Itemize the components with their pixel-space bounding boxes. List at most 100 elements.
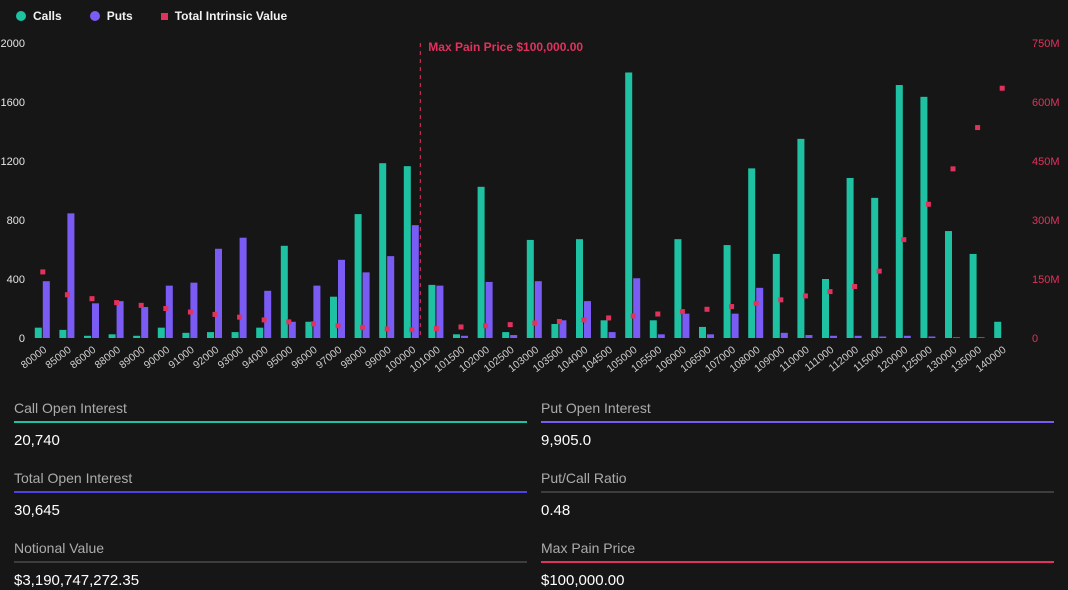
call-bar[interactable] xyxy=(453,334,460,338)
intrinsic-value-dot[interactable] xyxy=(114,300,119,305)
put-bar[interactable] xyxy=(830,336,837,338)
intrinsic-value-dot[interactable] xyxy=(360,325,365,330)
intrinsic-value-dot[interactable] xyxy=(237,315,242,320)
call-bar[interactable] xyxy=(994,322,1001,338)
call-bar[interactable] xyxy=(822,279,829,338)
call-bar[interactable] xyxy=(256,328,263,338)
put-bar[interactable] xyxy=(313,286,320,338)
call-bar[interactable] xyxy=(970,254,977,338)
intrinsic-value-dot[interactable] xyxy=(90,296,95,301)
call-bar[interactable] xyxy=(551,324,558,338)
call-bar[interactable] xyxy=(601,320,608,338)
put-bar[interactable] xyxy=(215,249,222,338)
call-bar[interactable] xyxy=(945,231,952,338)
intrinsic-value-dot[interactable] xyxy=(385,326,390,331)
put-bar[interactable] xyxy=(781,333,788,338)
intrinsic-value-dot[interactable] xyxy=(926,202,931,207)
put-bar[interactable] xyxy=(117,301,124,338)
intrinsic-value-dot[interactable] xyxy=(532,321,537,326)
call-bar[interactable] xyxy=(650,320,657,338)
call-bar[interactable] xyxy=(871,198,878,338)
call-bar[interactable] xyxy=(330,297,337,338)
intrinsic-value-dot[interactable] xyxy=(459,324,464,329)
call-bar[interactable] xyxy=(674,239,681,338)
put-bar[interactable] xyxy=(732,314,739,338)
intrinsic-value-dot[interactable] xyxy=(311,321,316,326)
put-bar[interactable] xyxy=(67,213,74,338)
put-bar[interactable] xyxy=(461,336,468,338)
intrinsic-value-dot[interactable] xyxy=(877,269,882,274)
put-bar[interactable] xyxy=(928,337,935,338)
intrinsic-value-dot[interactable] xyxy=(163,306,168,311)
intrinsic-value-dot[interactable] xyxy=(139,303,144,308)
intrinsic-value-dot[interactable] xyxy=(188,310,193,315)
put-bar[interactable] xyxy=(387,256,394,338)
call-bar[interactable] xyxy=(84,336,91,338)
put-bar[interactable] xyxy=(535,281,542,338)
intrinsic-value-dot[interactable] xyxy=(951,166,956,171)
call-bar[interactable] xyxy=(478,187,485,338)
intrinsic-value-dot[interactable] xyxy=(557,319,562,324)
put-bar[interactable] xyxy=(707,334,714,338)
intrinsic-value-dot[interactable] xyxy=(262,317,267,322)
call-bar[interactable] xyxy=(773,254,780,338)
put-bar[interactable] xyxy=(756,288,763,338)
intrinsic-value-dot[interactable] xyxy=(754,301,759,306)
put-bar[interactable] xyxy=(805,335,812,338)
put-bar[interactable] xyxy=(953,337,960,338)
call-bar[interactable] xyxy=(232,332,239,338)
call-bar[interactable] xyxy=(182,333,189,338)
intrinsic-value-dot[interactable] xyxy=(778,297,783,302)
legend-item-puts[interactable]: Puts xyxy=(90,9,133,23)
call-bar[interactable] xyxy=(133,336,140,338)
call-bar[interactable] xyxy=(379,163,386,338)
put-bar[interactable] xyxy=(510,335,517,338)
intrinsic-value-dot[interactable] xyxy=(508,322,513,327)
intrinsic-value-dot[interactable] xyxy=(434,326,439,331)
intrinsic-value-dot[interactable] xyxy=(409,327,414,332)
call-bar[interactable] xyxy=(797,139,804,338)
put-bar[interactable] xyxy=(904,336,911,338)
put-bar[interactable] xyxy=(166,286,173,338)
intrinsic-value-dot[interactable] xyxy=(803,293,808,298)
put-bar[interactable] xyxy=(486,282,493,338)
call-bar[interactable] xyxy=(625,73,632,339)
intrinsic-value-dot[interactable] xyxy=(336,323,341,328)
call-bar[interactable] xyxy=(920,97,927,338)
intrinsic-value-dot[interactable] xyxy=(213,312,218,317)
call-bar[interactable] xyxy=(59,330,66,338)
call-bar[interactable] xyxy=(35,328,42,338)
intrinsic-value-dot[interactable] xyxy=(40,269,45,274)
call-bar[interactable] xyxy=(847,178,854,338)
intrinsic-value-dot[interactable] xyxy=(606,315,611,320)
put-bar[interactable] xyxy=(240,238,247,338)
options-open-interest-chart[interactable]: 04008001200160020000150M300M450M600M750M… xyxy=(0,0,1068,392)
legend-item-calls[interactable]: Calls xyxy=(16,9,62,23)
put-bar[interactable] xyxy=(682,314,689,338)
call-bar[interactable] xyxy=(724,245,731,338)
intrinsic-value-dot[interactable] xyxy=(655,312,660,317)
intrinsic-value-dot[interactable] xyxy=(286,319,291,324)
intrinsic-value-dot[interactable] xyxy=(828,289,833,294)
put-bar[interactable] xyxy=(412,225,419,338)
intrinsic-value-dot[interactable] xyxy=(852,284,857,289)
put-bar[interactable] xyxy=(43,281,50,338)
intrinsic-value-dot[interactable] xyxy=(631,313,636,318)
call-bar[interactable] xyxy=(109,334,116,338)
put-bar[interactable] xyxy=(141,307,148,338)
intrinsic-value-dot[interactable] xyxy=(975,125,980,130)
intrinsic-value-dot[interactable] xyxy=(65,292,70,297)
put-bar[interactable] xyxy=(633,278,640,338)
intrinsic-value-dot[interactable] xyxy=(729,304,734,309)
put-bar[interactable] xyxy=(92,303,99,338)
call-bar[interactable] xyxy=(355,214,362,338)
intrinsic-value-dot[interactable] xyxy=(1000,86,1005,91)
legend-item-intrinsic-value[interactable]: Total Intrinsic Value xyxy=(161,9,287,23)
put-bar[interactable] xyxy=(978,337,985,338)
call-bar[interactable] xyxy=(404,166,411,338)
put-bar[interactable] xyxy=(658,334,665,338)
call-bar[interactable] xyxy=(896,85,903,338)
call-bar[interactable] xyxy=(207,332,214,338)
call-bar[interactable] xyxy=(576,239,583,338)
intrinsic-value-dot[interactable] xyxy=(680,309,685,314)
